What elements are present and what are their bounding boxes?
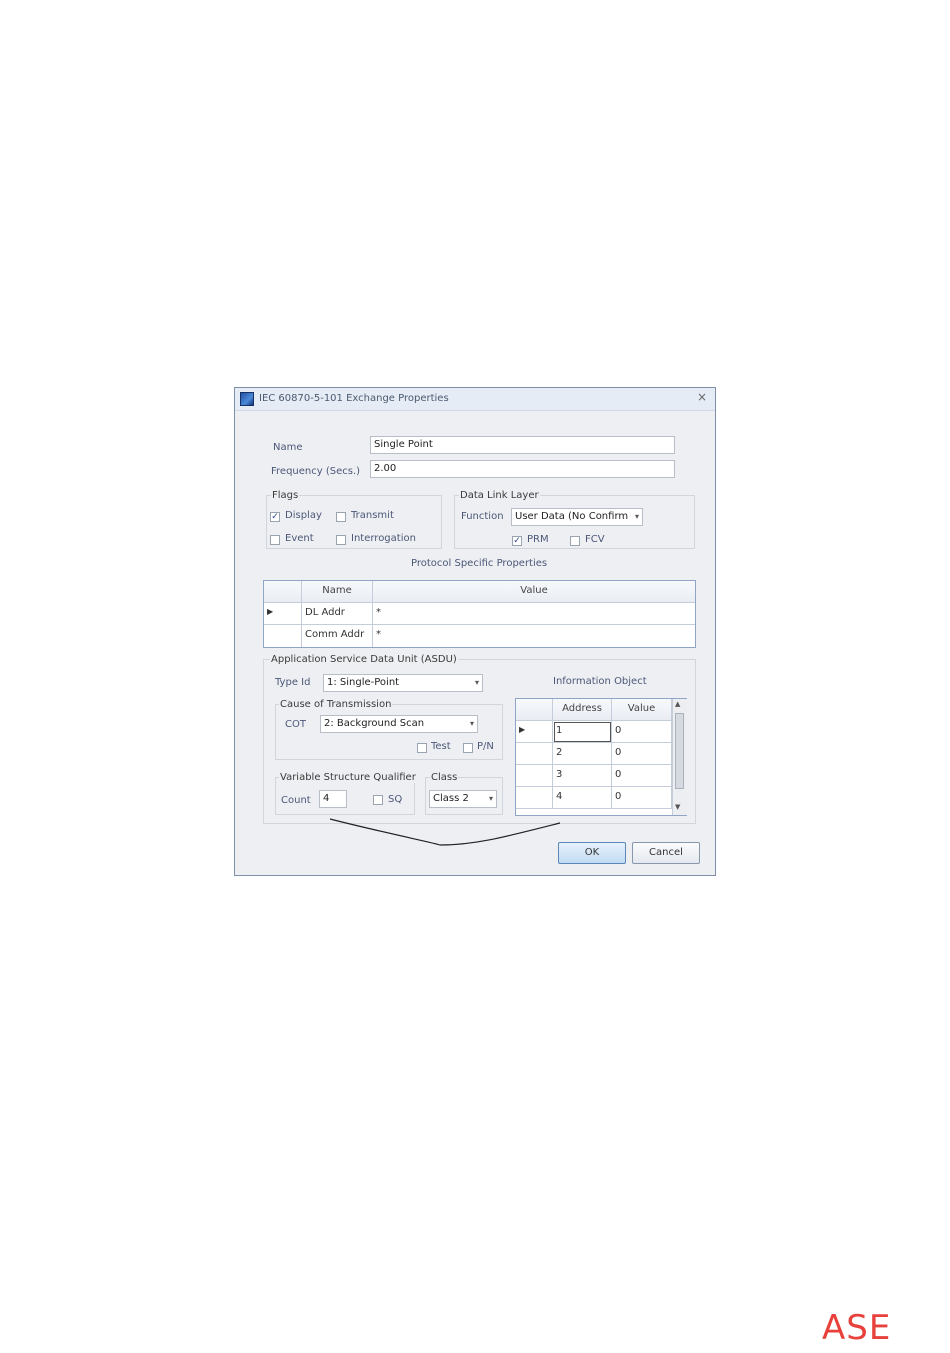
close-icon[interactable]: × [697,390,707,404]
sq-checkbox[interactable] [373,795,383,805]
table-row-address[interactable]: 4 [553,787,612,809]
flags-title: Flags [271,490,300,501]
title-bar[interactable]: IEC 60870-5-101 Exchange Properties × [235,388,715,411]
function-select[interactable]: User Data (No Confirm ▾ [511,508,643,526]
count-label: Count [281,795,311,806]
type-id-label: Type Id [275,677,311,688]
table-row-address[interactable]: 3 [553,765,612,787]
column-header-value[interactable]: Value [373,581,695,603]
asdu-title: Application Service Data Unit (ASDU) [270,654,458,665]
row-header[interactable] [516,787,553,809]
cancel-button[interactable]: Cancel [632,842,700,864]
chevron-down-icon: ▾ [469,719,474,728]
count-input[interactable]: 4 [319,790,347,808]
table-row-value[interactable]: 0 [612,743,672,765]
table-row-comm-addr-value[interactable]: * [373,625,695,647]
vsq-title: Variable Structure Qualifier [279,772,417,783]
ase-logo: ASE [822,1308,892,1348]
chevron-down-icon: ▾ [488,794,493,803]
column-header-name[interactable]: Name [302,581,373,603]
frequency-input[interactable]: 2.00 [370,460,675,478]
grid-corner [516,699,553,721]
class-select[interactable]: Class 2 ▾ [429,790,497,808]
protocol-specific-title: Protocol Specific Properties [411,558,548,569]
column-header-value[interactable]: Value [612,699,672,721]
transmit-checkbox[interactable] [336,512,346,522]
table-row-address[interactable]: 1 [553,721,612,743]
event-label: Event [285,533,314,544]
table-row-value[interactable]: 0 [612,787,672,809]
table-row-dl-addr-name[interactable]: DL Addr [302,603,373,625]
protocol-properties-grid: Name Value ▶ DL Addr * Comm Addr * [263,580,696,648]
fcv-label: FCV [585,534,605,545]
test-label: Test [431,741,451,752]
information-object-grid: Address Value ▶ 1 0 2 0 3 0 4 0 ▲ ▼ [515,698,687,816]
display-checkbox[interactable]: ✓ [270,512,280,522]
row-header[interactable] [264,625,302,647]
name-label: Name [273,442,303,453]
table-row-dl-addr-value[interactable]: * [373,603,695,625]
pn-label: P/N [477,741,494,752]
vertical-scrollbar[interactable]: ▲ ▼ [672,699,687,815]
prm-checkbox[interactable]: ✓ [512,536,522,546]
chevron-down-icon: ▾ [634,512,639,521]
frequency-label: Frequency (Secs.) [271,466,361,477]
interrogation-checkbox[interactable] [336,535,346,545]
row-selector-icon[interactable]: ▶ [264,603,302,625]
row-header[interactable] [516,765,553,787]
cot-select[interactable]: 2: Background Scan ▾ [320,715,478,733]
interrogation-label: Interrogation [351,533,416,544]
app-icon [240,392,254,406]
scroll-up-icon[interactable]: ▲ [675,700,680,708]
display-label: Display [285,510,322,521]
fcv-checkbox[interactable] [570,536,580,546]
function-value: User Data (No Confirm [515,511,629,522]
sq-label: SQ [388,794,403,805]
cot-value: 2: Background Scan [324,718,425,729]
class-value: Class 2 [433,793,469,804]
grid-corner [264,581,302,603]
scroll-down-icon[interactable]: ▼ [675,803,680,811]
prm-label: PRM [527,534,549,545]
table-row-address[interactable]: 2 [553,743,612,765]
exchange-properties-dialog: IEC 60870-5-101 Exchange Properties × Na… [234,387,716,876]
data-link-layer-title: Data Link Layer [459,490,540,501]
cause-of-transmission-title: Cause of Transmission [279,699,393,710]
function-label: Function [461,511,504,522]
column-header-address[interactable]: Address [553,699,612,721]
event-checkbox[interactable] [270,535,280,545]
chevron-down-icon: ▾ [474,678,479,687]
test-checkbox[interactable] [417,743,427,753]
scrollbar-thumb[interactable] [675,713,684,789]
class-title: Class [430,772,459,783]
table-row-value[interactable]: 0 [612,721,672,743]
dialog-title: IEC 60870-5-101 Exchange Properties [259,393,449,404]
information-object-title: Information Object [553,676,647,687]
cot-label: COT [285,719,306,730]
transmit-label: Transmit [351,510,394,521]
row-selector-icon[interactable]: ▶ [516,721,553,743]
pn-checkbox[interactable] [463,743,473,753]
ok-button[interactable]: OK [558,842,626,864]
annotation-curve [329,818,561,846]
table-row-value[interactable]: 0 [612,765,672,787]
table-row-comm-addr-name[interactable]: Comm Addr [302,625,373,647]
type-id-select[interactable]: 1: Single-Point ▾ [323,674,483,692]
type-id-value: 1: Single-Point [327,677,400,688]
row-header[interactable] [516,743,553,765]
name-input[interactable]: Single Point [370,436,675,454]
